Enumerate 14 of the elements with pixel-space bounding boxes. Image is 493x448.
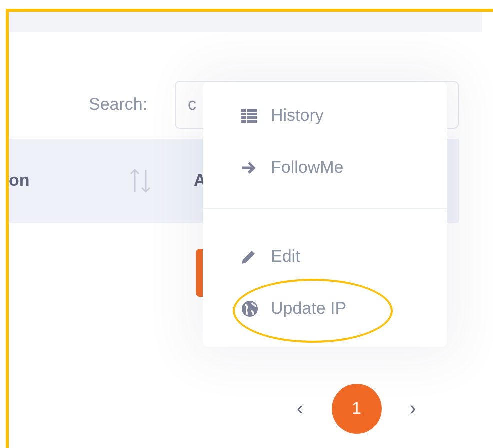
arrow-icon	[241, 161, 257, 175]
previous-page-button[interactable]: ‹	[289, 394, 312, 424]
menu-item[interactable]: Update IP	[203, 283, 447, 335]
menu-item[interactable]: Edit	[203, 231, 447, 283]
globe-icon	[241, 300, 259, 318]
page-button[interactable]: 1	[332, 384, 382, 434]
pencil-icon	[241, 249, 257, 265]
menu-item[interactable]: FollowMe	[203, 142, 447, 194]
column-header[interactable]: on	[9, 168, 30, 194]
menu-item[interactable]: History	[203, 90, 447, 142]
search-label: Search:	[89, 94, 149, 116]
sort-icon[interactable]	[130, 166, 152, 196]
grid-icon	[241, 109, 257, 123]
next-page-button[interactable]: ›	[402, 394, 424, 424]
